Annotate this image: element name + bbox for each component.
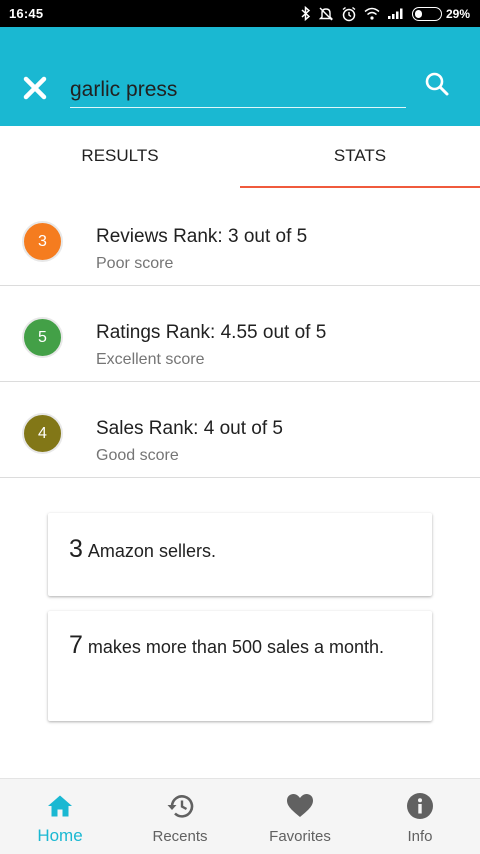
search-input[interactable] xyxy=(70,72,406,108)
card-number: 3 xyxy=(69,535,83,563)
alarm-icon xyxy=(341,6,357,22)
battery-fill xyxy=(414,9,423,18)
rank-subtitle: Poor score xyxy=(96,255,174,272)
status-bar: 16:45 29% xyxy=(0,0,480,27)
rank-row-sales: 4 Sales Rank: 4 out of 5 Good score xyxy=(0,382,480,478)
nav-recents[interactable]: Recents xyxy=(120,779,240,854)
tab-stats[interactable]: STATS xyxy=(240,126,480,188)
battery-icon xyxy=(411,6,442,21)
signal-icon xyxy=(387,7,405,20)
card-text: 7 makes more than 500 sales a month. xyxy=(69,631,410,662)
stat-card-sellers: 3 Amazon sellers. xyxy=(48,513,432,596)
rank-row-reviews: 3 Reviews Rank: 3 out of 5 Poor score xyxy=(0,190,480,286)
notifications-off-icon xyxy=(318,6,334,22)
tab-results[interactable]: RESULTS xyxy=(0,126,240,188)
stat-card-sales: 7 makes more than 500 sales a month. xyxy=(48,611,432,721)
rank-subtitle: Good score xyxy=(96,447,179,464)
search-app-bar xyxy=(0,27,480,126)
nav-label: Home xyxy=(37,826,83,845)
rank-title: Ratings Rank: 4.55 out of 5 xyxy=(96,322,327,343)
search-button[interactable] xyxy=(422,69,452,99)
rank-title: Sales Rank: 4 out of 5 xyxy=(96,418,283,439)
home-icon[interactable] xyxy=(46,792,74,820)
nav-home[interactable]: Home xyxy=(0,779,120,854)
nav-label: Info xyxy=(407,828,433,845)
rank-badge: 5 xyxy=(22,317,63,358)
card-description: makes more than 500 sales a month. xyxy=(87,637,385,657)
tab-bar: RESULTS STATS xyxy=(0,126,480,188)
rank-list: 3 Reviews Rank: 3 out of 5 Poor score 5 … xyxy=(0,190,480,478)
search-icon[interactable] xyxy=(424,71,450,97)
rank-row-ratings: 5 Ratings Rank: 4.55 out of 5 Excellent … xyxy=(0,286,480,382)
rank-badge: 3 xyxy=(22,221,63,262)
history-icon[interactable] xyxy=(166,792,194,820)
rank-badge: 4 xyxy=(22,413,63,454)
rank-title: Reviews Rank: 3 out of 5 xyxy=(96,226,308,247)
close-icon[interactable] xyxy=(23,76,47,100)
status-icons: 29% xyxy=(301,6,470,22)
info-icon[interactable] xyxy=(406,792,434,820)
bluetooth-icon xyxy=(301,6,311,21)
close-button[interactable] xyxy=(20,73,50,103)
nav-favorites[interactable]: Favorites xyxy=(240,779,360,854)
rank-subtitle: Excellent score xyxy=(96,351,205,368)
nav-label: Recents xyxy=(152,828,208,845)
bottom-navigation: Home Recents Favorites Info xyxy=(0,778,480,854)
card-text: 3 Amazon sellers. xyxy=(69,535,410,566)
nav-label: Favorites xyxy=(269,828,331,845)
battery-indicator: 29% xyxy=(411,6,470,21)
wifi-icon xyxy=(364,7,380,20)
card-description: Amazon sellers. xyxy=(87,541,216,561)
nav-info[interactable]: Info xyxy=(360,779,480,854)
card-number: 7 xyxy=(69,631,83,659)
heart-icon[interactable] xyxy=(286,792,314,820)
status-time: 16:45 xyxy=(9,6,44,21)
battery-percent: 29% xyxy=(445,6,470,21)
